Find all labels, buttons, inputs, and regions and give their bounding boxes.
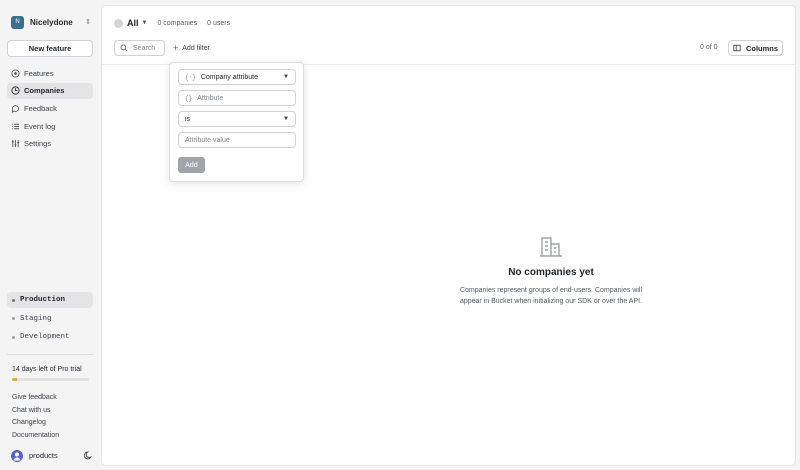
sidebar-item-label: Event log	[24, 121, 56, 131]
new-feature-button[interactable]: New feature	[7, 40, 93, 57]
filter-type-value: Company attribute	[200, 73, 259, 81]
sidebar-nav: Features Companies Feedback Event log Se…	[7, 65, 93, 153]
filter-bar: Search + Add filter 0 of 0 Columns	[102, 38, 795, 65]
sidebar-item-features[interactable]: Features	[7, 65, 93, 81]
environment-list: Production Staging Development	[7, 292, 93, 348]
org-avatar: N	[11, 15, 24, 29]
user-name: products	[29, 451, 58, 460]
documentation-link[interactable]: Documentation	[12, 430, 59, 443]
env-label: Development	[20, 333, 70, 342]
operator-value: is	[185, 115, 191, 123]
empty-state-description: Companies represent groups of end-users.…	[459, 287, 643, 305]
give-feedback-link[interactable]: Give feedback	[12, 392, 59, 405]
search-placeholder: Search	[133, 44, 156, 52]
empty-state-title: No companies yet	[508, 267, 594, 278]
chevron-down-icon[interactable]: ▼	[142, 20, 148, 26]
status-dot-icon	[12, 298, 15, 302]
attribute-value-placeholder: Attribute value	[185, 136, 230, 144]
braces-icon: {}	[185, 94, 193, 102]
columns-label: Columns	[745, 43, 779, 53]
sidebar: N Nicelydone ⇕ New feature Features Comp…	[0, 0, 101, 470]
page-header: All ▼ 0 companies 0 users	[114, 16, 240, 30]
sidebar-item-label: Settings	[24, 139, 52, 149]
filter-popover: {⋅} Company attribute ▼ {} Attribute is …	[169, 62, 304, 182]
add-filter-label: Add filter	[182, 44, 210, 52]
status-dot-icon	[12, 335, 15, 339]
search-input[interactable]: Search	[114, 40, 165, 56]
sidebar-item-label: Companies	[24, 86, 65, 96]
status-dot-icon	[12, 317, 15, 321]
sidebar-item-feedback[interactable]: Feedback	[7, 100, 93, 116]
add-button[interactable]: Add	[178, 157, 205, 173]
avatar	[11, 449, 23, 462]
toggle-icon	[11, 68, 20, 78]
building-icon	[538, 237, 564, 259]
chevron-up-down-icon: ⇕	[85, 19, 91, 26]
attribute-value-input[interactable]: Attribute value	[178, 132, 296, 148]
trial-text[interactable]: 14 days left of Pro trial	[12, 366, 82, 373]
sliders-icon	[11, 139, 20, 148]
users-count: 0 users	[207, 19, 231, 27]
env-label: Production	[20, 296, 66, 304]
org-switcher[interactable]: N Nicelydone ⇕	[11, 14, 91, 30]
plus-icon: +	[173, 43, 179, 53]
moon-icon[interactable]	[83, 451, 93, 460]
env-development[interactable]: Development	[7, 329, 93, 345]
filter-type-select[interactable]: {⋅} Company attribute ▼	[178, 69, 296, 85]
attribute-input[interactable]: {} Attribute	[178, 90, 296, 106]
sidebar-item-settings[interactable]: Settings	[7, 136, 93, 152]
chevron-down-icon: ▼	[283, 74, 289, 80]
operator-select[interactable]: is ▼	[178, 111, 296, 127]
chat-icon	[11, 104, 20, 113]
pagination-text: 0 of 0	[700, 44, 718, 51]
env-label: Staging	[20, 314, 52, 323]
chevron-down-icon: ▼	[283, 116, 289, 122]
columns-button[interactable]: Columns	[728, 40, 783, 56]
env-production[interactable]: Production	[7, 292, 93, 308]
help-links: Give feedback Chat with us Changelog Doc…	[12, 392, 59, 442]
trial-progress-bar	[12, 378, 89, 381]
user-menu[interactable]: products	[11, 449, 93, 462]
companies-count: 0 companies	[157, 19, 198, 27]
divider	[7, 354, 93, 355]
sidebar-item-event-log[interactable]: Event log	[7, 118, 93, 134]
variable-icon: {⋅}	[185, 73, 196, 81]
segment-select[interactable]: All	[127, 18, 139, 28]
columns-icon	[733, 44, 741, 52]
org-name: Nicelydone	[30, 17, 73, 27]
chat-link[interactable]: Chat with us	[12, 405, 59, 418]
env-staging[interactable]: Staging	[7, 311, 93, 327]
segment-icon	[114, 18, 123, 28]
sidebar-item-label: Feedback	[24, 103, 57, 113]
list-icon	[11, 122, 20, 131]
sidebar-item-label: Features	[24, 68, 54, 78]
search-icon	[120, 44, 128, 52]
add-filter-button[interactable]: + Add filter	[173, 41, 210, 55]
building-icon	[11, 86, 20, 95]
sidebar-item-companies[interactable]: Companies	[7, 82, 93, 99]
attribute-placeholder: Attribute	[197, 94, 224, 102]
changelog-link[interactable]: Changelog	[12, 417, 59, 430]
trial-progress-fill	[12, 378, 18, 381]
